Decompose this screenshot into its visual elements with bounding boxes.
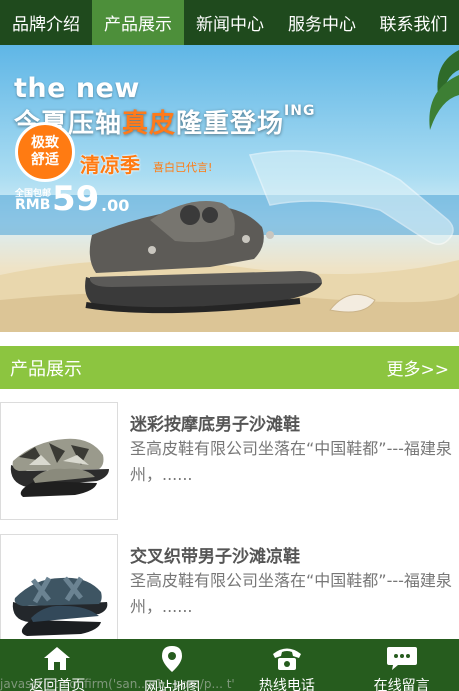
tab-hotline[interactable]: 热线电话 bbox=[230, 639, 345, 691]
banner-price-decimal: .00 bbox=[101, 196, 130, 215]
banner-price-currency: RMB bbox=[15, 197, 51, 213]
message-icon bbox=[386, 645, 418, 671]
nav-item-contact[interactable]: 联系我们 bbox=[368, 0, 459, 45]
product-thumbnail[interactable] bbox=[0, 402, 118, 520]
section-title: 产品展示 bbox=[10, 358, 82, 380]
tab-home[interactable]: 返回首页 bbox=[0, 639, 115, 691]
product-title[interactable]: 交叉织带男子沙滩凉鞋 bbox=[130, 542, 300, 567]
tab-sitemap-label: 网站地图 bbox=[144, 680, 201, 691]
nav-item-products[interactable]: 产品展示 bbox=[92, 0, 184, 45]
phone-icon bbox=[271, 645, 303, 671]
home-icon bbox=[42, 645, 72, 671]
nav-item-news[interactable]: 新闻中心 bbox=[184, 0, 276, 45]
products-section-header: 产品展示 更多>> bbox=[0, 346, 459, 389]
banner-comfort-badge: 极致 舒适 bbox=[15, 122, 75, 182]
tab-message[interactable]: 在线留言 bbox=[344, 639, 459, 691]
list-item: 交叉织带男子沙滩凉鞋 圣高皮鞋有限公司坐落在“中国鞋都”---福建泉州，....… bbox=[0, 534, 459, 652]
nav-item-service[interactable]: 服务中心 bbox=[276, 0, 368, 45]
promo-banner[interactable]: the new 今夏压轴真皮隆重登场ING 极致 舒适 清凉季 喜白已代言! 全… bbox=[0, 45, 459, 332]
nav-item-brand[interactable]: 品牌介绍 bbox=[0, 0, 92, 45]
banner-the-new: the new bbox=[14, 73, 140, 104]
product-title[interactable]: 迷彩按摩底男子沙滩鞋 bbox=[130, 410, 300, 435]
sandal-image bbox=[12, 576, 108, 636]
tab-message-label: 在线留言 bbox=[373, 678, 430, 691]
banner-cool-season: 清凉季 bbox=[80, 153, 140, 177]
product-description: 圣高皮鞋有限公司坐落在“中国鞋都”---福建泉州，...... bbox=[130, 571, 452, 616]
map-pin-icon bbox=[161, 645, 183, 673]
tab-sitemap[interactable]: 网站地图 bbox=[115, 639, 230, 691]
banner-cool-sub: 喜白已代言! bbox=[153, 161, 213, 174]
bottom-nav: 返回首页 网站地图 热线电话 在线留言 bbox=[0, 639, 459, 691]
sandal-image bbox=[10, 438, 109, 497]
product-thumbnail[interactable] bbox=[0, 534, 118, 652]
tab-home-label: 返回首页 bbox=[29, 678, 86, 691]
tab-hotline-label: 热线电话 bbox=[258, 678, 315, 691]
banner-price-value: 59 bbox=[52, 179, 100, 219]
top-nav: 品牌介绍 产品展示 新闻中心 服务中心 联系我们 bbox=[0, 0, 459, 45]
more-link[interactable]: 更多>> bbox=[387, 355, 450, 380]
product-description: 圣高皮鞋有限公司坐落在“中国鞋都”---福建泉州，...... bbox=[130, 439, 452, 484]
list-item: 迷彩按摩底男子沙滩鞋 圣高皮鞋有限公司坐落在“中国鞋都”---福建泉州，....… bbox=[0, 402, 459, 520]
